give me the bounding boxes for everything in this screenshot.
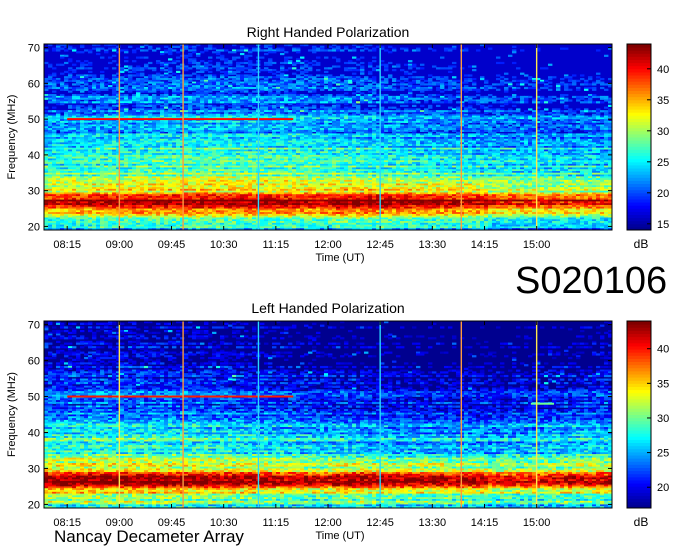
colorbar-unit-label: dB bbox=[634, 515, 649, 529]
x-tick-label: 12:45 bbox=[366, 517, 394, 529]
y-tick-label: 70 bbox=[28, 43, 40, 55]
panel-right-handed: Right Handed Polarization 20 30 40 50 60 70 Fre… bbox=[6, 24, 669, 264]
feature-line-1 bbox=[530, 402, 555, 405]
y-tick-label: 70 bbox=[28, 320, 40, 332]
y-tick-label: 30 bbox=[28, 463, 40, 475]
observatory-label: Nancay Decameter Array bbox=[54, 528, 244, 545]
y-tick-label: 40 bbox=[28, 150, 40, 162]
heatmap bbox=[44, 321, 613, 509]
colorbar-tick-label: 30 bbox=[657, 126, 669, 138]
y-tick-label: 50 bbox=[28, 114, 40, 126]
x-tick-label: 08:15 bbox=[53, 239, 81, 251]
x-tick-label: 10:30 bbox=[210, 239, 238, 251]
colorbar-tick-label: 30 bbox=[657, 413, 669, 425]
colorbar: 15 20 25 30 35 40 dB bbox=[626, 43, 669, 251]
colorbar-tick-label: 20 bbox=[657, 188, 669, 200]
x-tick-label: 13:30 bbox=[419, 517, 447, 529]
colorbar-tick-label: 25 bbox=[657, 157, 669, 169]
feature-line-0 bbox=[67, 118, 294, 121]
colorbar-tick-label: 40 bbox=[657, 64, 669, 76]
y-tick-label: 20 bbox=[28, 499, 40, 511]
y-tick-label: 60 bbox=[28, 78, 40, 90]
panel-title: Left Handed Polarization bbox=[251, 300, 404, 316]
y-axis-label: Frequency (MHz) bbox=[6, 372, 18, 457]
colorbar-tick-label: 20 bbox=[657, 482, 669, 494]
panel-left-handed: Left Handed Polarization 20 30 40 50 60 70 Freq… bbox=[6, 300, 669, 542]
x-axis-label: Time (UT) bbox=[315, 530, 364, 542]
x-tick-label: 11:15 bbox=[262, 517, 289, 529]
x-tick-label: 15:00 bbox=[523, 239, 551, 251]
colorbar-tick-label: 15 bbox=[657, 219, 669, 231]
y-tick-label: 50 bbox=[28, 392, 40, 404]
y-axis-label: Frequency (MHz) bbox=[6, 95, 18, 180]
x-tick-label: 09:45 bbox=[158, 239, 186, 251]
x-tick-label: 13:30 bbox=[419, 239, 447, 251]
colorbar-tick-label: 35 bbox=[657, 95, 669, 107]
x-tick-label: 15:00 bbox=[523, 517, 551, 529]
y-tick-label: 60 bbox=[28, 356, 40, 368]
feature-line-0 bbox=[67, 395, 294, 398]
dataset-id-label: S020106 bbox=[515, 262, 667, 300]
colorbar-tick-label: 25 bbox=[657, 448, 669, 460]
x-tick-label: 12:00 bbox=[314, 239, 342, 251]
y-tick-label: 30 bbox=[28, 186, 40, 198]
colorbar: 20 25 30 35 40 dB bbox=[626, 320, 669, 529]
x-tick-label: 12:45 bbox=[366, 239, 394, 251]
panel-title: Right Handed Polarization bbox=[247, 24, 410, 40]
x-tick-label: 14:15 bbox=[471, 239, 499, 251]
x-axis-label: Time (UT) bbox=[315, 252, 364, 264]
x-tick-label: 12:00 bbox=[314, 517, 342, 529]
y-tick-label: 40 bbox=[28, 427, 40, 439]
x-tick-label: 14:15 bbox=[471, 517, 499, 529]
x-tick-label: 09:00 bbox=[106, 239, 134, 251]
y-tick-label: 20 bbox=[28, 221, 40, 233]
x-tick-label: 11:15 bbox=[262, 239, 289, 251]
colorbar-tick-label: 35 bbox=[657, 378, 669, 390]
colorbar-tick-label: 40 bbox=[657, 344, 669, 356]
colorbar-unit-label: dB bbox=[634, 237, 649, 251]
heatmap bbox=[44, 44, 613, 231]
